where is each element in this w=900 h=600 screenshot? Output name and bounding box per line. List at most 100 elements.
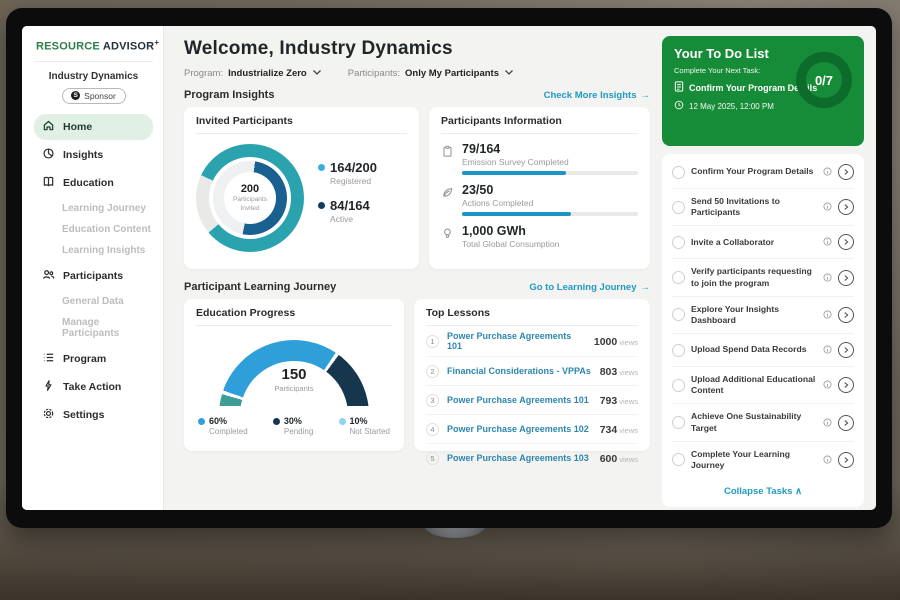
participants-information-card: Participants Information 79/164 Emission… [429,107,650,269]
task-go-button[interactable] [838,234,854,250]
page-title: Welcome, Industry Dynamics [184,38,650,60]
info-icon[interactable] [823,414,832,432]
sidebar-item-home[interactable]: Home [34,114,153,140]
insights-cards: Invited Participants 200 Participants In… [184,107,650,269]
info-icon[interactable] [823,341,832,359]
card-title: Education Progress [196,307,392,326]
lesson-views: 734 [600,424,618,436]
sponsor-label: Sponsor [84,91,116,101]
sidebar-item-take-action[interactable]: Take Action [34,374,153,400]
lesson-link[interactable]: Power Purchase Agreements 101 [447,395,592,405]
check-more-insights-link[interactable]: Check More Insights → [544,90,650,101]
lesson-rank: 4 [426,423,439,436]
info-icon[interactable] [823,376,832,394]
sidebar-item-participants[interactable]: Participants [34,263,153,289]
lesson-row: 2 Financial Considerations - VPPAs 803vi… [426,357,638,386]
task-checkbox[interactable] [672,201,685,214]
legend-dot-not-started [339,418,346,425]
legend-completed: 60% Completed [198,416,248,436]
info-icon[interactable] [823,198,832,216]
sidebar-item-general-data[interactable]: General Data [34,291,153,312]
todo-task-row: Achieve One Sustainability Target [672,404,854,441]
info-icon[interactable] [823,269,832,287]
lesson-row: 1 Power Purchase Agreements 101 1000view… [426,326,638,357]
lesson-link[interactable]: Power Purchase Agreements 103 [447,453,592,463]
link-label: Go to Learning Journey [529,282,636,293]
list-icon [42,351,55,367]
task-checkbox[interactable] [672,344,685,357]
info-icon[interactable] [823,306,832,324]
task-checkbox[interactable] [672,271,685,284]
go-to-learning-journey-link[interactable]: Go to Learning Journey → [529,282,650,293]
task-checkbox[interactable] [672,453,685,466]
sidebar-item-education[interactable]: Education [34,170,153,196]
sidebar-item-learning-journey[interactable]: Learning Journey [34,198,153,219]
lesson-link[interactable]: Power Purchase Agreements 101 [447,331,586,351]
sponsor-badge: S Sponsor [62,88,126,104]
filter-bar: Program: Industrialize Zero Participants… [184,68,650,79]
legend-dot-completed [198,418,205,425]
lesson-link[interactable]: Financial Considerations - VPPAs [447,366,592,376]
sidebar-item-insights[interactable]: Insights [34,142,153,168]
arrow-right-icon: → [641,282,651,293]
views-suffix: views [619,426,638,435]
legend-pct: 10% [350,416,368,426]
task-go-button[interactable] [838,307,854,323]
sidebar-item-learning-insights[interactable]: Learning Insights [34,240,153,261]
todo-counter: 0/7 [815,73,833,88]
task-checkbox[interactable] [672,166,685,179]
task-label: Verify participants requesting to join t… [691,266,817,288]
sidebar-item-education-content[interactable]: Education Content [34,219,153,240]
collapse-tasks-link[interactable]: Collapse Tasks ∧ [672,478,854,503]
lesson-views: 793 [600,395,618,407]
invited-donut-chart: 200 Participants Invited [196,144,304,252]
participants-filter-label: Participants: [348,68,400,79]
lesson-rank: 5 [426,452,439,465]
invited-legend: 164/200 Registered 84/164 Active [318,160,377,236]
sidebar-item-settings[interactable]: Settings [34,402,153,428]
leaf-icon [441,183,454,216]
lesson-link[interactable]: Power Purchase Agreements 102 [447,424,592,434]
learning-journey-header: Participant Learning Journey Go to Learn… [184,281,650,293]
monitor-bezel: RESOURCE ADVISOR+ Industry Dynamics S Sp… [6,8,892,528]
task-go-button[interactable] [838,377,854,393]
chevron-down-icon [504,68,514,79]
task-checkbox[interactable] [672,308,685,321]
todo-progress-ring: 0/7 [796,52,852,108]
program-filter[interactable]: Program: Industrialize Zero [184,68,322,79]
sidebar-item-manage-participants[interactable]: Manage Participants [34,312,153,344]
brand-secondary: ADVISOR [103,41,155,53]
lesson-views: 600 [600,453,618,465]
task-checkbox[interactable] [672,236,685,249]
sponsor-icon: S [71,91,80,100]
task-go-button[interactable] [838,270,854,286]
todo-task-row: Verify participants requesting to join t… [672,259,854,296]
task-go-button[interactable] [838,452,854,468]
program-insights-header: Program Insights Check More Insights → [184,89,650,101]
task-checkbox[interactable] [672,416,685,429]
stat-consumption: 1,000 GWh Total Global Consumption [441,224,638,249]
sidebar-item-program[interactable]: Program [34,346,153,372]
info-icon[interactable] [823,233,832,251]
chevron-down-icon [312,68,322,79]
sidebar: RESOURCE ADVISOR+ Industry Dynamics S Sp… [22,26,164,510]
stat-value: 79/164 [462,142,638,156]
lesson-views: 803 [600,366,618,378]
task-go-button[interactable] [838,164,854,180]
learning-journey-title: Participant Learning Journey [184,281,336,293]
info-icon[interactable] [823,163,832,181]
task-go-button[interactable] [838,342,854,358]
info-icon[interactable] [823,451,832,469]
task-go-button[interactable] [838,415,854,431]
task-checkbox[interactable] [672,379,685,392]
todo-task-row: Send 50 Invitations to Participants [672,189,854,226]
stat-label: Total Global Consumption [462,239,559,249]
collapse-label: Collapse Tasks [724,486,792,497]
legend-not-started: 10% Not Started [339,416,390,436]
task-go-button[interactable] [838,199,854,215]
participants-filter[interactable]: Participants: Only My Participants [348,68,514,79]
lesson-row: 4 Power Purchase Agreements 102 734views [426,415,638,444]
todo-task-row: Explore Your Insights Dashboard [672,297,854,334]
legend-active: 84/164 Active [318,198,377,224]
sidebar-item-label: Participants [63,270,123,282]
